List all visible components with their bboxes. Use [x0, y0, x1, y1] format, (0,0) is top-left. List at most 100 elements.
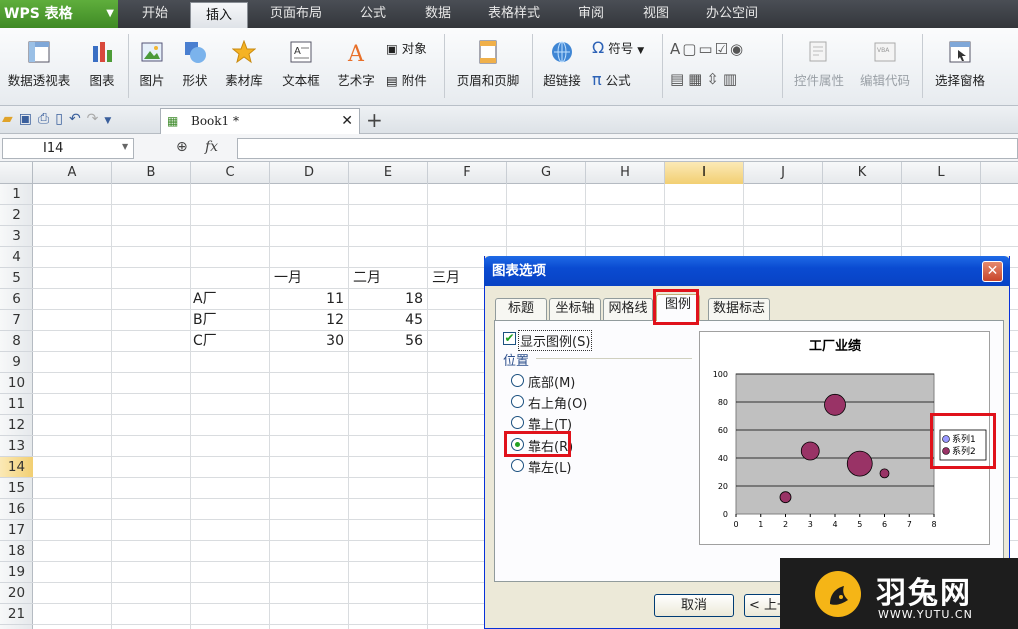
- cell-e7[interactable]: 45: [349, 310, 428, 331]
- row-header[interactable]: 19: [0, 562, 33, 583]
- column-header-a[interactable]: A: [33, 162, 112, 184]
- tab-view[interactable]: 视图: [628, 0, 684, 28]
- tab-insert[interactable]: 插入: [190, 2, 248, 28]
- close-icon[interactable]: ✕: [982, 261, 1003, 282]
- save-icon[interactable]: ▣: [19, 111, 38, 127]
- chevron-down-icon[interactable]: ▼: [122, 142, 128, 151]
- new-tab-plus-icon[interactable]: +: [366, 108, 383, 132]
- cell-e6[interactable]: 18: [349, 289, 428, 310]
- column-header-c[interactable]: C: [191, 162, 270, 184]
- picture-button[interactable]: 图片: [134, 28, 170, 106]
- edit-code-button[interactable]: VBA 编辑代码: [852, 28, 918, 106]
- tab-formulas[interactable]: 公式: [345, 0, 401, 28]
- tab-gridlines[interactable]: 网格线: [603, 298, 653, 320]
- column-header-f[interactable]: F: [428, 162, 507, 184]
- cell-f5[interactable]: 三月: [432, 268, 460, 289]
- form-controls-row-1[interactable]: A▢▭☑◉: [670, 40, 745, 58]
- row-header[interactable]: 10: [0, 373, 33, 394]
- row-header-selected[interactable]: 14: [0, 457, 33, 478]
- column-header-k[interactable]: K: [823, 162, 902, 184]
- tab-home[interactable]: 开始: [128, 0, 182, 28]
- cell-d8[interactable]: 30: [270, 331, 349, 352]
- row-header[interactable]: 12: [0, 415, 33, 436]
- position-top-right-label[interactable]: 右上角(O): [528, 393, 587, 412]
- tab-table-style[interactable]: 表格样式: [476, 0, 552, 28]
- wordart-button[interactable]: A 艺术字: [332, 28, 380, 106]
- column-header-l[interactable]: L: [902, 162, 981, 184]
- print-preview-icon[interactable]: ▯: [55, 111, 69, 127]
- cell-d6[interactable]: 11: [270, 289, 349, 310]
- tab-axes[interactable]: 坐标轴: [549, 298, 601, 320]
- row-header[interactable]: 18: [0, 541, 33, 562]
- close-tab-icon[interactable]: ✕: [341, 109, 353, 133]
- row-header[interactable]: 2: [0, 205, 33, 226]
- print-icon[interactable]: ⎙: [38, 111, 55, 127]
- row-header[interactable]: 1: [0, 184, 33, 205]
- tab-data-labels[interactable]: 数据标志: [708, 298, 770, 320]
- column-header-j[interactable]: J: [744, 162, 823, 184]
- formula-button[interactable]: π 公式: [592, 70, 631, 89]
- undo-icon[interactable]: ↶: [69, 111, 87, 127]
- name-box[interactable]: I14: [2, 138, 134, 159]
- quick-access-icons[interactable]: ▰▣⎙▯↶↷▼: [2, 111, 117, 127]
- row-header[interactable]: 3: [0, 226, 33, 247]
- column-header-e[interactable]: E: [349, 162, 428, 184]
- form-controls-row-2[interactable]: ▤▦⇳▥: [670, 70, 741, 88]
- cell-d5[interactable]: 一月: [274, 268, 302, 289]
- position-bottom-radio[interactable]: [511, 374, 524, 387]
- clipart-button[interactable]: 素材库: [220, 28, 268, 106]
- column-header-g[interactable]: G: [507, 162, 586, 184]
- cell-c8[interactable]: C厂: [193, 331, 217, 352]
- redo-icon[interactable]: ↷: [87, 111, 105, 127]
- tab-review[interactable]: 审阅: [563, 0, 619, 28]
- row-header[interactable]: 21: [0, 604, 33, 625]
- attachment-button[interactable]: ▤ 附件: [386, 70, 427, 89]
- selection-pane-button[interactable]: 选择窗格: [928, 28, 992, 106]
- row-header[interactable]: 8: [0, 331, 33, 352]
- position-bottom-label[interactable]: 底部(M): [528, 372, 575, 391]
- customize-dropdown-icon[interactable]: ▼: [104, 116, 117, 126]
- column-header-d[interactable]: D: [270, 162, 349, 184]
- row-header[interactable]: 13: [0, 436, 33, 457]
- select-all-corner[interactable]: [0, 162, 33, 184]
- row-header[interactable]: 9: [0, 352, 33, 373]
- tab-page-layout[interactable]: 页面布局: [258, 0, 334, 28]
- chart-button[interactable]: 图表: [82, 28, 122, 106]
- tab-data[interactable]: 数据: [410, 0, 466, 28]
- show-legend-label[interactable]: 显示图例(S): [518, 330, 593, 351]
- cancel-button[interactable]: 取消: [654, 594, 734, 617]
- textbox-button[interactable]: A 文本框: [272, 28, 330, 106]
- app-menu-button[interactable]: WPS 表格 ▼: [0, 0, 118, 28]
- dialog-title[interactable]: 图表选项: [484, 256, 1010, 286]
- cell-c7[interactable]: B厂: [193, 310, 217, 331]
- row-header[interactable]: 4: [0, 247, 33, 268]
- formula-input[interactable]: [237, 138, 1018, 159]
- position-left-label[interactable]: 靠左(L): [528, 457, 571, 476]
- column-header-i[interactable]: I: [665, 162, 744, 184]
- position-top-right-radio[interactable]: [511, 395, 524, 408]
- open-icon[interactable]: ▰: [2, 111, 19, 127]
- row-header[interactable]: 6: [0, 289, 33, 310]
- column-header-h[interactable]: H: [586, 162, 665, 184]
- position-top-radio[interactable]: [511, 416, 524, 429]
- row-header[interactable]: 7: [0, 310, 33, 331]
- tab-title[interactable]: 标题: [495, 298, 547, 320]
- row-header[interactable]: 5: [0, 268, 33, 289]
- column-header-b[interactable]: B: [112, 162, 191, 184]
- tab-office-space[interactable]: 办公空间: [697, 0, 767, 28]
- fx-icon[interactable]: fx: [205, 139, 218, 155]
- cell-e5[interactable]: 二月: [353, 268, 381, 289]
- header-footer-button[interactable]: 页眉和页脚: [450, 28, 526, 106]
- position-left-radio[interactable]: [511, 459, 524, 472]
- row-header[interactable]: 11: [0, 394, 33, 415]
- shapes-button[interactable]: 形状: [172, 28, 218, 106]
- cell-c6[interactable]: A厂: [193, 289, 217, 310]
- symbol-button[interactable]: Ω 符号 ▼: [592, 38, 644, 57]
- pivot-table-button[interactable]: 数据透视表: [2, 28, 76, 106]
- row-header[interactable]: 16: [0, 499, 33, 520]
- object-button[interactable]: ▣ 对象: [386, 38, 427, 57]
- row-header[interactable]: 15: [0, 478, 33, 499]
- cell-d7[interactable]: 12: [270, 310, 349, 331]
- zoom-function-icon[interactable]: ⊕: [176, 139, 188, 155]
- control-properties-button[interactable]: 控件属性: [788, 28, 850, 106]
